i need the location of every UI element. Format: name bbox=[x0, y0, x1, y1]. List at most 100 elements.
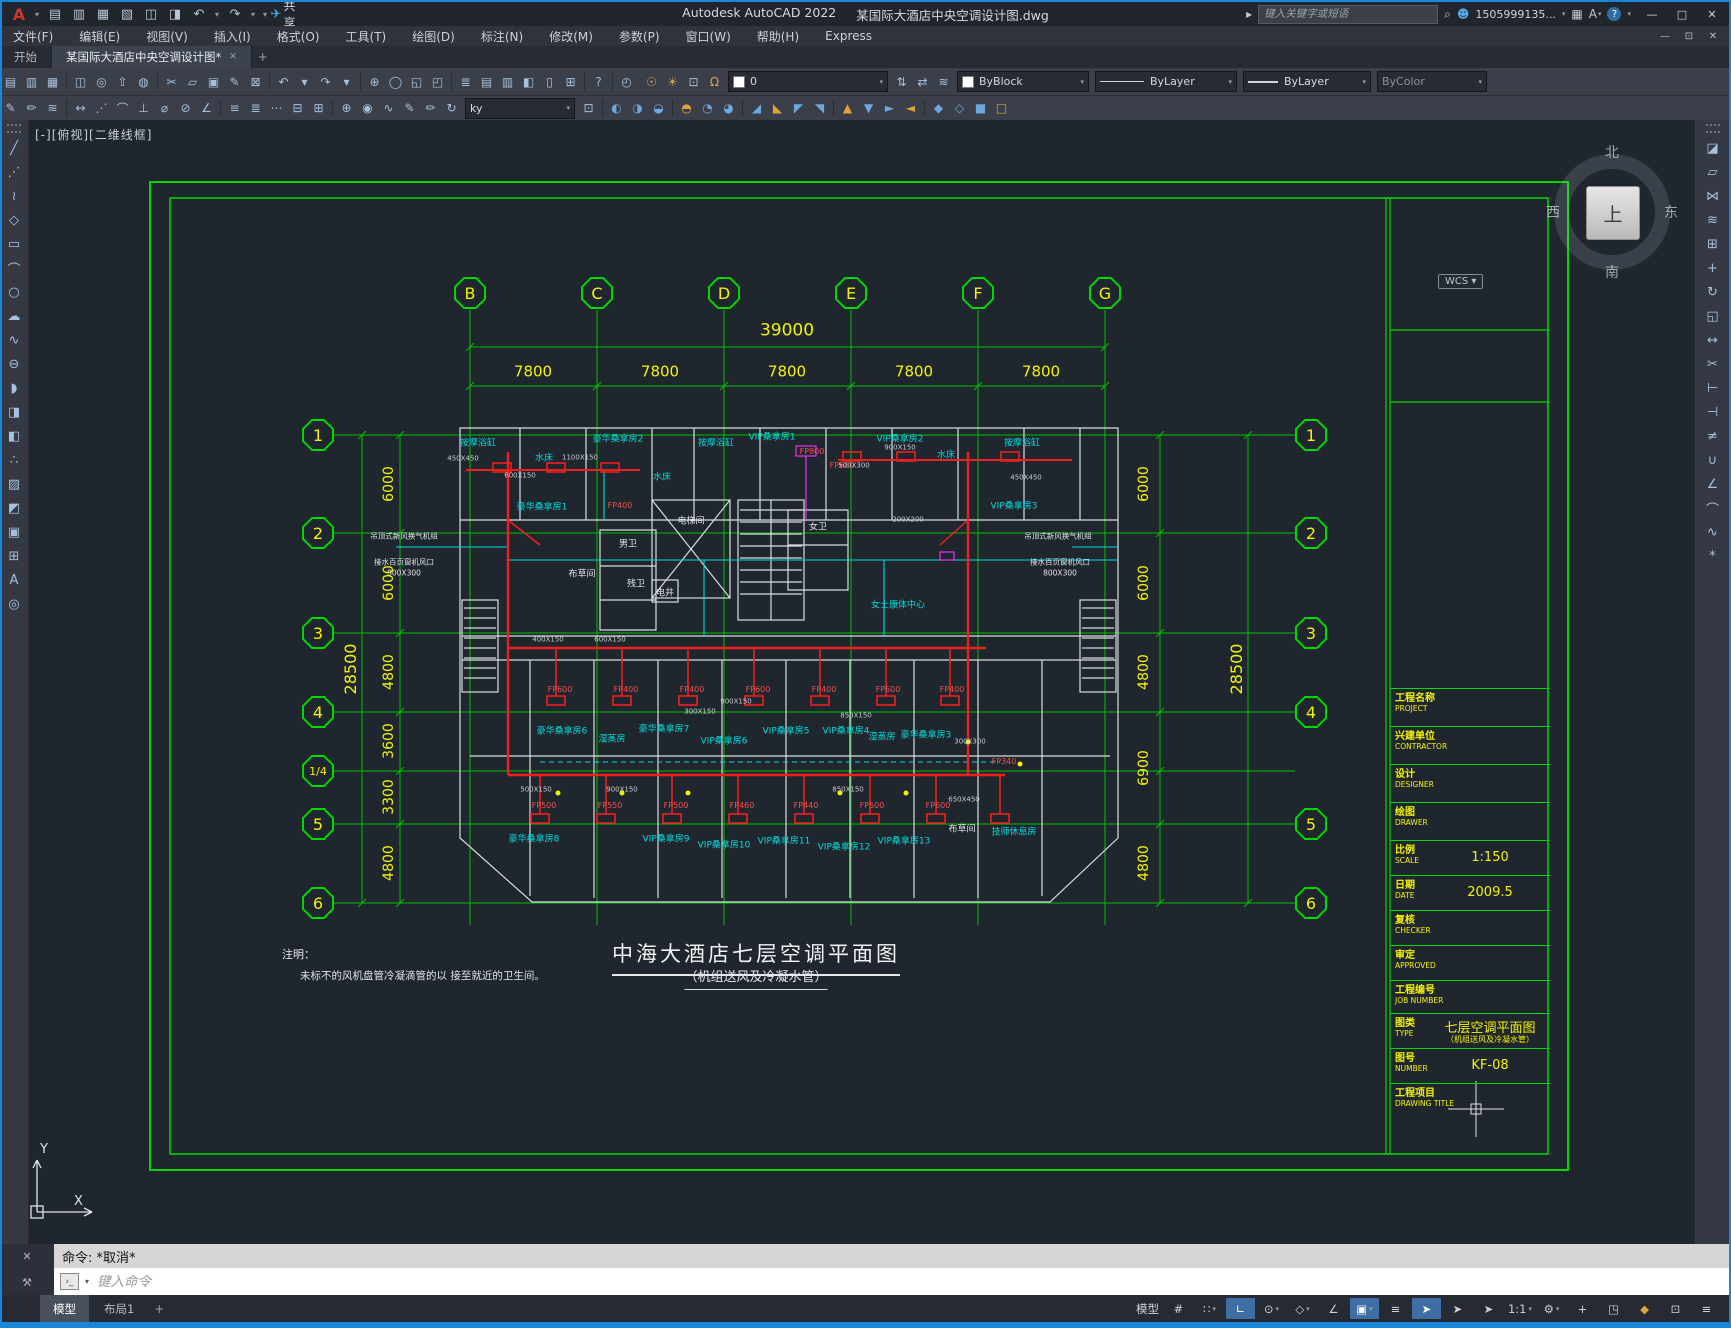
subtract-icon[interactable]: ◑ bbox=[627, 98, 648, 119]
tab-start[interactable]: 开始 bbox=[0, 46, 52, 68]
stretch-icon[interactable]: ↔ bbox=[1701, 328, 1725, 352]
rotate-3d-icon[interactable]: □ bbox=[991, 98, 1012, 119]
table-icon[interactable]: ⊞ bbox=[2, 544, 26, 568]
dim-linear-icon[interactable]: ↔ bbox=[70, 98, 91, 119]
menu-v[interactable]: 视图(V) bbox=[133, 26, 201, 46]
help-icon[interactable]: ? bbox=[1607, 7, 1622, 21]
make-block-icon[interactable]: ◧ bbox=[2, 424, 26, 448]
dim-update-icon[interactable]: ↻ bbox=[441, 98, 462, 119]
dim-radius-icon[interactable]: ⌀ bbox=[154, 98, 175, 119]
status-customization[interactable]: ≡ bbox=[1692, 1298, 1721, 1319]
point-icon[interactable]: ∴ bbox=[2, 448, 26, 472]
redo-list-caret-icon[interactable]: ▾ bbox=[336, 71, 357, 92]
separate-icon[interactable]: ◥ bbox=[809, 98, 830, 119]
dim-space-icon[interactable]: ⊞ bbox=[308, 98, 329, 119]
offset-icon[interactable]: ≋ bbox=[1701, 208, 1725, 232]
join-icon[interactable]: ∪ bbox=[1701, 448, 1725, 472]
construction-line-icon[interactable]: ⋰ bbox=[2, 160, 26, 184]
layer-isolate-icon[interactable]: ◧ bbox=[518, 71, 539, 92]
palette-grip[interactable] bbox=[7, 124, 21, 133]
union-icon[interactable]: ◐ bbox=[606, 98, 627, 119]
close-button[interactable]: ✕ bbox=[1697, 3, 1727, 25]
dim-quick-icon[interactable]: ≡ bbox=[224, 98, 245, 119]
ellipse-icon[interactable]: ⊖ bbox=[2, 352, 26, 376]
move-3d-icon[interactable]: ■ bbox=[970, 98, 991, 119]
spell-check-icon[interactable]: ≋ bbox=[42, 98, 63, 119]
print-icon[interactable]: ◨ bbox=[164, 4, 186, 24]
spline-icon[interactable]: ∿ bbox=[2, 328, 26, 352]
plot-icon[interactable]: ◫ bbox=[140, 4, 162, 24]
zoom-realtime-icon[interactable]: ◯ bbox=[385, 71, 406, 92]
rectangle-icon[interactable]: ▭ bbox=[2, 232, 26, 256]
lineweight-select[interactable]: ByLayer ▾ bbox=[1243, 71, 1371, 92]
qat-caret-icon[interactable]: ▾ bbox=[260, 4, 270, 24]
dim-continue-icon[interactable]: ⋯ bbox=[266, 98, 287, 119]
polygon-icon[interactable]: ◇ bbox=[2, 208, 26, 232]
point-style-icon[interactable]: ◎ bbox=[2, 592, 26, 616]
layer-translate-icon[interactable]: ≋ bbox=[933, 71, 954, 92]
dim-diameter-icon[interactable]: ⊘ bbox=[175, 98, 196, 119]
search-expand-icon[interactable]: ▸ bbox=[1246, 7, 1252, 21]
layer-walk-icon[interactable]: ▥ bbox=[497, 71, 518, 92]
status-annotation-visibility[interactable]: ➤ bbox=[1474, 1298, 1503, 1319]
account-name[interactable]: 1505999135... bbox=[1475, 8, 1555, 21]
dim-edit-icon[interactable]: ✎ bbox=[399, 98, 420, 119]
insert-block-icon[interactable]: ◨ bbox=[2, 400, 26, 424]
pan-icon[interactable]: ⊕ bbox=[364, 71, 385, 92]
chamfer-edge-icon[interactable]: ◣ bbox=[767, 98, 788, 119]
status-dynamic-input[interactable]: ➤ bbox=[1443, 1298, 1472, 1319]
thicken-icon[interactable]: ▲ bbox=[837, 98, 858, 119]
array-icon[interactable]: ⊞ bbox=[1701, 232, 1725, 256]
open-icon[interactable]: ▥ bbox=[68, 4, 90, 24]
app-logo-icon[interactable]: A bbox=[8, 4, 30, 24]
search-input[interactable] bbox=[1258, 4, 1439, 24]
tab-add-icon[interactable]: + bbox=[252, 46, 274, 68]
undo-tool-icon[interactable]: ↶ bbox=[273, 71, 294, 92]
palette-grip[interactable] bbox=[1705, 124, 1720, 133]
fillet-edge-icon[interactable]: ◢ bbox=[746, 98, 767, 119]
center-mark-icon[interactable]: ◉ bbox=[357, 98, 378, 119]
shell-icon[interactable]: ◤ bbox=[788, 98, 809, 119]
dim-angular-icon[interactable]: ∠ bbox=[196, 98, 217, 119]
extend-icon[interactable]: ⊢ bbox=[1701, 376, 1725, 400]
qsave-icon[interactable]: ▦ bbox=[92, 4, 114, 24]
status-selection-cycling[interactable]: ➤ bbox=[1411, 1298, 1441, 1319]
status-polar-tracking[interactable]: ⊙ ▾ bbox=[1257, 1298, 1286, 1319]
tab-model[interactable]: 模型 bbox=[40, 1295, 89, 1322]
intersect-icon[interactable]: ◒ bbox=[648, 98, 669, 119]
status-snap-mode[interactable]: ∷ ▾ bbox=[1195, 1298, 1224, 1319]
menu-e[interactable]: 编辑(E) bbox=[66, 26, 133, 46]
match-properties-icon[interactable]: ✎ bbox=[224, 71, 245, 92]
viewcube-north[interactable]: 北 bbox=[1605, 142, 1619, 162]
menu-n[interactable]: 标注(N) bbox=[468, 26, 536, 46]
layer-properties-icon[interactable]: ≣ bbox=[455, 71, 476, 92]
plot-dialog-icon[interactable]: ◫ bbox=[70, 71, 91, 92]
menu-d[interactable]: 绘图(D) bbox=[399, 26, 468, 46]
account-caret-icon[interactable]: ▾ bbox=[1562, 10, 1566, 18]
search-icon[interactable]: ⌕ bbox=[1444, 7, 1451, 22]
layer-states-icon[interactable]: ▤ bbox=[476, 71, 497, 92]
copy-icon[interactable]: ▱ bbox=[1701, 160, 1725, 184]
etransmit-icon[interactable]: ◍ bbox=[133, 71, 154, 92]
drawing-canvas[interactable]: [-][俯视][二维线框] 上 北 西 东 南 WCS ▾ Y X 中海大酒店七… bbox=[28, 120, 1694, 1244]
text-style-icon[interactable]: ✎ bbox=[0, 98, 21, 119]
menu-express[interactable]: Express bbox=[812, 26, 885, 46]
break-icon[interactable]: ≠ bbox=[1701, 424, 1725, 448]
dim-arc-length-icon[interactable]: ⌒ bbox=[112, 98, 133, 119]
layer-on-off-icon[interactable]: ☉ bbox=[641, 71, 662, 92]
status-isometric-drafting[interactable]: ◇ ▾ bbox=[1288, 1298, 1317, 1319]
menu-p[interactable]: 参数(P) bbox=[606, 26, 673, 46]
quick-calc-icon[interactable]: ⊞ bbox=[560, 71, 581, 92]
status-workspace-switching[interactable]: ⚙ ▾ bbox=[1537, 1298, 1566, 1319]
status-graphics-performance[interactable]: ◆ bbox=[1630, 1298, 1659, 1319]
status-annotation-monitor[interactable]: + bbox=[1568, 1298, 1597, 1319]
blend-curves-icon[interactable]: ∿ bbox=[1701, 520, 1725, 544]
imprint-icon[interactable]: ◄ bbox=[900, 98, 921, 119]
viewcube-top-face[interactable]: 上 bbox=[1586, 186, 1640, 240]
redo-caret-icon[interactable]: ▾ bbox=[248, 4, 258, 24]
linetype-select[interactable]: ByLayer ▾ bbox=[1095, 71, 1237, 92]
undo-list-caret-icon[interactable]: ▾ bbox=[294, 71, 315, 92]
status-model-space[interactable]: 模型 bbox=[1133, 1298, 1162, 1319]
status-grid-display[interactable]: # bbox=[1164, 1298, 1193, 1319]
viewcube-east[interactable]: 东 bbox=[1664, 202, 1678, 222]
